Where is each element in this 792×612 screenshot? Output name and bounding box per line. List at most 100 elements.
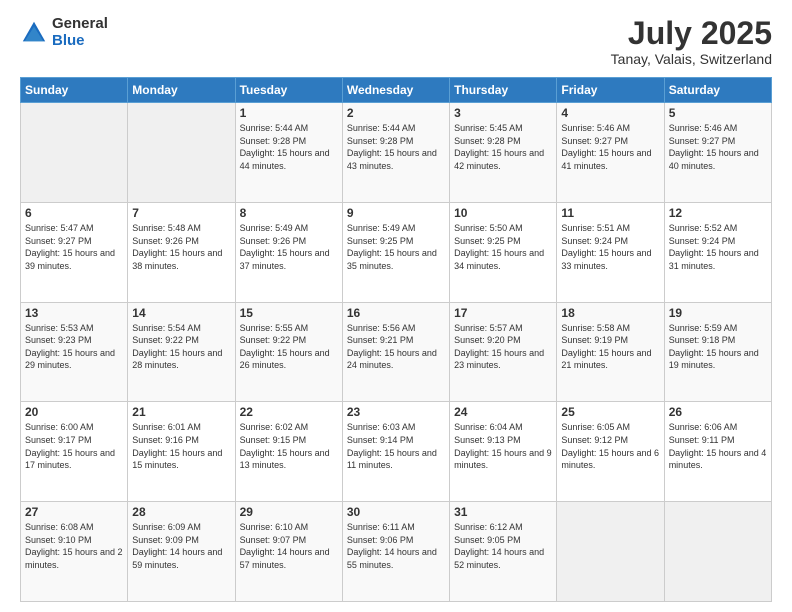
header-cell-monday: Monday	[128, 78, 235, 103]
day-cell: 13 Sunrise: 5:53 AMSunset: 9:23 PMDayligh…	[21, 302, 128, 402]
day-cell: 18Sunrise: 5:58 AMSunset: 9:19 PMDayligh…	[557, 302, 664, 402]
day-cell	[664, 502, 771, 602]
day-cell: 4 Sunrise: 5:46 AMSunset: 9:27 PMDaylight…	[557, 103, 664, 203]
day-number: 2	[347, 106, 445, 120]
logo-icon	[20, 19, 48, 47]
day-info: Sunrise: 5:51 AMSunset: 9:24 PMDaylight:…	[561, 222, 659, 272]
day-number: 12	[669, 206, 767, 220]
day-info: Sunrise: 5:52 AMSunset: 9:24 PMDaylight:…	[669, 222, 767, 272]
week-row-2: 6 Sunrise: 5:47 AMSunset: 9:27 PMDaylight…	[21, 202, 772, 302]
day-info: Sunrise: 6:01 AMSunset: 9:16 PMDaylight:…	[132, 421, 230, 471]
day-info: Sunrise: 5:59 AMSunset: 9:18 PMDaylight:…	[669, 322, 767, 372]
day-cell: 30 Sunrise: 6:11 AMSunset: 9:06 PMDayligh…	[342, 502, 449, 602]
day-info: Sunrise: 5:54 AMSunset: 9:22 PMDaylight:…	[132, 322, 230, 372]
page: General Blue July 2025 Tanay, Valais, Sw…	[0, 0, 792, 612]
day-number: 6	[25, 206, 123, 220]
day-number: 19	[669, 306, 767, 320]
day-cell: 11 Sunrise: 5:51 AMSunset: 9:24 PMDayligh…	[557, 202, 664, 302]
day-number: 22	[240, 405, 338, 419]
day-cell: 12 Sunrise: 5:52 AMSunset: 9:24 PMDayligh…	[664, 202, 771, 302]
header-cell-saturday: Saturday	[664, 78, 771, 103]
calendar-table: SundayMondayTuesdayWednesdayThursdayFrid…	[20, 77, 772, 602]
day-cell: 16 Sunrise: 5:56 AMSunset: 9:21 PMDayligh…	[342, 302, 449, 402]
day-info: Sunrise: 5:50 AMSunset: 9:25 PMDaylight:…	[454, 222, 552, 272]
day-number: 31	[454, 505, 552, 519]
week-row-3: 13 Sunrise: 5:53 AMSunset: 9:23 PMDayligh…	[21, 302, 772, 402]
day-cell: 17 Sunrise: 5:57 AMSunset: 9:20 PMDayligh…	[450, 302, 557, 402]
header-cell-sunday: Sunday	[21, 78, 128, 103]
day-info: Sunrise: 6:03 AMSunset: 9:14 PMDaylight:…	[347, 421, 445, 471]
header: General Blue July 2025 Tanay, Valais, Sw…	[20, 16, 772, 67]
week-row-4: 20 Sunrise: 6:00 AMSunset: 9:17 PMDayligh…	[21, 402, 772, 502]
day-cell: 25Sunrise: 6:05 AMSunset: 9:12 PMDayligh…	[557, 402, 664, 502]
header-cell-wednesday: Wednesday	[342, 78, 449, 103]
day-number: 27	[25, 505, 123, 519]
day-number: 20	[25, 405, 123, 419]
day-info: Sunrise: 5:57 AMSunset: 9:20 PMDaylight:…	[454, 322, 552, 372]
day-cell: 23 Sunrise: 6:03 AMSunset: 9:14 PMDayligh…	[342, 402, 449, 502]
day-number: 24	[454, 405, 552, 419]
day-cell	[128, 103, 235, 203]
day-info: Sunrise: 5:46 AMSunset: 9:27 PMDaylight:…	[669, 122, 767, 172]
day-number: 29	[240, 505, 338, 519]
day-cell: 2 Sunrise: 5:44 AMSunset: 9:28 PMDaylight…	[342, 103, 449, 203]
day-cell: 19 Sunrise: 5:59 AMSunset: 9:18 PMDayligh…	[664, 302, 771, 402]
day-info: Sunrise: 5:49 AMSunset: 9:26 PMDaylight:…	[240, 222, 338, 272]
logo-blue: Blue	[52, 33, 108, 50]
day-cell	[557, 502, 664, 602]
day-info: Sunrise: 6:05 AMSunset: 9:12 PMDaylight:…	[561, 421, 659, 471]
day-number: 11	[561, 206, 659, 220]
day-info: Sunrise: 6:12 AMSunset: 9:05 PMDaylight:…	[454, 521, 552, 571]
logo: General Blue	[20, 16, 108, 49]
week-row-5: 27 Sunrise: 6:08 AMSunset: 9:10 PMDayligh…	[21, 502, 772, 602]
subtitle: Tanay, Valais, Switzerland	[611, 51, 772, 67]
day-number: 13	[25, 306, 123, 320]
day-cell: 27 Sunrise: 6:08 AMSunset: 9:10 PMDayligh…	[21, 502, 128, 602]
main-title: July 2025	[611, 16, 772, 51]
day-number: 17	[454, 306, 552, 320]
day-cell: 9Sunrise: 5:49 AMSunset: 9:25 PMDaylight…	[342, 202, 449, 302]
logo-text: General Blue	[52, 16, 108, 49]
day-number: 10	[454, 206, 552, 220]
day-cell: 15Sunrise: 5:55 AMSunset: 9:22 PMDayligh…	[235, 302, 342, 402]
day-info: Sunrise: 5:49 AMSunset: 9:25 PMDaylight:…	[347, 222, 445, 272]
day-cell	[21, 103, 128, 203]
day-info: Sunrise: 5:53 AMSunset: 9:23 PMDaylight:…	[25, 322, 123, 372]
day-info: Sunrise: 6:04 AMSunset: 9:13 PMDaylight:…	[454, 421, 552, 471]
day-cell: 24 Sunrise: 6:04 AMSunset: 9:13 PMDayligh…	[450, 402, 557, 502]
day-number: 23	[347, 405, 445, 419]
day-number: 28	[132, 505, 230, 519]
day-info: Sunrise: 5:44 AMSunset: 9:28 PMDaylight:…	[240, 122, 338, 172]
header-row: SundayMondayTuesdayWednesdayThursdayFrid…	[21, 78, 772, 103]
day-info: Sunrise: 6:08 AMSunset: 9:10 PMDaylight:…	[25, 521, 123, 571]
day-info: Sunrise: 6:11 AMSunset: 9:06 PMDaylight:…	[347, 521, 445, 571]
day-info: Sunrise: 5:55 AMSunset: 9:22 PMDaylight:…	[240, 322, 338, 372]
day-number: 4	[561, 106, 659, 120]
day-cell: 1Sunrise: 5:44 AMSunset: 9:28 PMDaylight…	[235, 103, 342, 203]
day-number: 30	[347, 505, 445, 519]
title-block: July 2025 Tanay, Valais, Switzerland	[611, 16, 772, 67]
day-cell: 20 Sunrise: 6:00 AMSunset: 9:17 PMDayligh…	[21, 402, 128, 502]
day-number: 26	[669, 405, 767, 419]
day-info: Sunrise: 5:47 AMSunset: 9:27 PMDaylight:…	[25, 222, 123, 272]
day-info: Sunrise: 5:56 AMSunset: 9:21 PMDaylight:…	[347, 322, 445, 372]
day-cell: 22 Sunrise: 6:02 AMSunset: 9:15 PMDayligh…	[235, 402, 342, 502]
day-info: Sunrise: 5:45 AMSunset: 9:28 PMDaylight:…	[454, 122, 552, 172]
day-number: 14	[132, 306, 230, 320]
header-cell-thursday: Thursday	[450, 78, 557, 103]
header-cell-tuesday: Tuesday	[235, 78, 342, 103]
day-cell: 31 Sunrise: 6:12 AMSunset: 9:05 PMDayligh…	[450, 502, 557, 602]
day-cell: 8 Sunrise: 5:49 AMSunset: 9:26 PMDaylight…	[235, 202, 342, 302]
day-info: Sunrise: 6:00 AMSunset: 9:17 PMDaylight:…	[25, 421, 123, 471]
day-number: 5	[669, 106, 767, 120]
day-info: Sunrise: 5:58 AMSunset: 9:19 PMDaylight:…	[561, 322, 659, 372]
day-number: 16	[347, 306, 445, 320]
day-cell: 3Sunrise: 5:45 AMSunset: 9:28 PMDaylight…	[450, 103, 557, 203]
day-cell: 5 Sunrise: 5:46 AMSunset: 9:27 PMDaylight…	[664, 103, 771, 203]
day-info: Sunrise: 5:46 AMSunset: 9:27 PMDaylight:…	[561, 122, 659, 172]
day-number: 8	[240, 206, 338, 220]
day-info: Sunrise: 6:02 AMSunset: 9:15 PMDaylight:…	[240, 421, 338, 471]
header-cell-friday: Friday	[557, 78, 664, 103]
day-cell: 7Sunrise: 5:48 AMSunset: 9:26 PMDaylight…	[128, 202, 235, 302]
day-info: Sunrise: 5:44 AMSunset: 9:28 PMDaylight:…	[347, 122, 445, 172]
